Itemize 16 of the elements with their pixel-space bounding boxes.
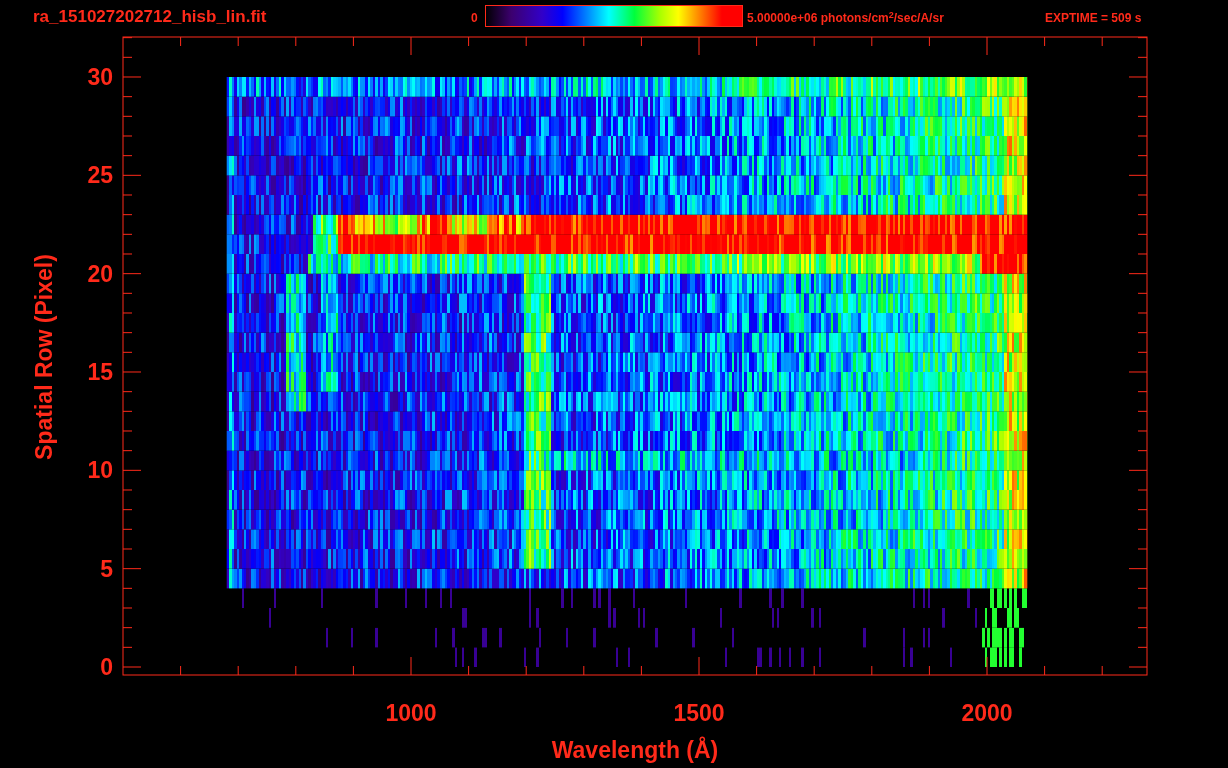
y-tick-label: 25 [87, 162, 113, 189]
y-axis-title: Spatial Row (Pixel) [31, 254, 57, 460]
colorbar-min-label: 0 [471, 12, 478, 24]
colorbar-max-label: 5.00000e+06 photons/cm$^{2}$/sec/A/sr [747, 12, 944, 24]
y-tick-label: 15 [87, 359, 113, 385]
y-tick-label: 10 [87, 457, 113, 484]
y-tick-label: 20 [87, 260, 113, 287]
y-tick-label: 0 [100, 654, 113, 680]
x-tick-label: 1000 [385, 700, 437, 726]
x-axis-title: Wavelength (Å) [551, 737, 719, 763]
file-name: ra_151027202712_hisb_lin.fit [33, 8, 267, 25]
y-tick-label: 5 [100, 555, 113, 582]
x-tick-label: 1500 [673, 700, 725, 726]
y-tick-label: 30 [87, 64, 113, 90]
exposure-time: EXPTIME = 509 s [1045, 12, 1142, 24]
x-tick-label: 2000 [961, 700, 1013, 726]
